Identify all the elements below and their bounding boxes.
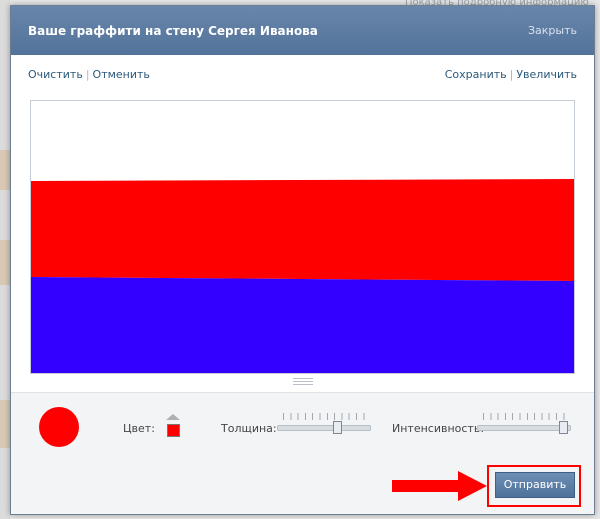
slider-track [477,425,571,431]
canvas-drawing [31,101,574,373]
thickness-slider[interactable] [277,413,371,435]
canvas-stripe-blue [31,277,574,373]
intensity-label: Интенсивность: [392,422,485,435]
undo-button[interactable]: Отменить [93,68,150,81]
slider-thumb[interactable] [333,421,342,434]
red-arrow-icon [392,471,487,501]
slider-track [277,425,371,431]
graffiti-dialog: Ваше граффити на стену Сергея Иванова За… [10,5,595,515]
background-thumbnail [0,150,10,190]
background-thumbnail [0,240,10,285]
background-thumbnail [0,400,10,448]
drawing-canvas[interactable] [30,100,575,374]
color-picker-arrow-icon[interactable] [166,414,180,420]
dialog-header: Ваше граффити на стену Сергея Иванова За… [11,6,594,55]
slider-thumb[interactable] [559,421,568,434]
dialog-title: Ваше граффити на стену Сергея Иванова [28,24,318,38]
toolbar-separator: | [85,68,90,81]
toolbar-separator: | [509,68,514,81]
close-button[interactable]: Закрыть [528,24,577,37]
slider-ticks [483,413,565,420]
thickness-label: Толщина: [221,422,277,435]
brush-preview [39,407,79,447]
slider-ticks [283,413,365,420]
color-label: Цвет: [123,422,155,435]
canvas-stripe-white [31,101,574,181]
canvas-resize-handle[interactable] [293,378,313,386]
clear-button[interactable]: Очистить [28,68,83,81]
intensity-slider[interactable] [477,413,571,435]
send-button[interactable]: Отправить [495,472,575,498]
canvas-stripe-red [31,179,574,281]
brush-controls: Цвет: Толщина: Интенсивность: [11,392,594,459]
graffiti-toolbar: Очистить | Отменить Сохранить | Увеличить [11,68,594,84]
color-swatch[interactable] [167,424,180,437]
save-button[interactable]: Сохранить [445,68,507,81]
zoom-button[interactable]: Увеличить [516,68,577,81]
